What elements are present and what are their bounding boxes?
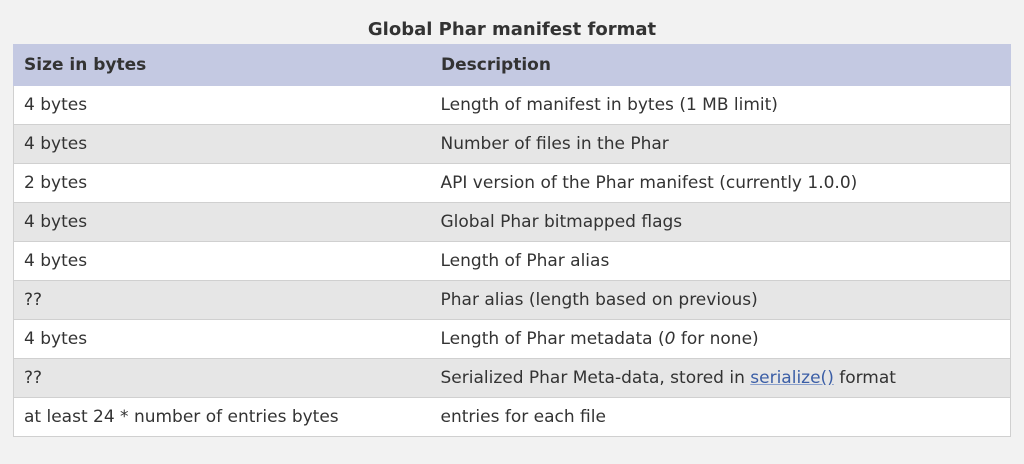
table-row: ?? Serialized Phar Meta-data, stored in … bbox=[13, 358, 1011, 398]
size-cell: ?? bbox=[13, 280, 431, 320]
description-text: Serialized Phar Meta-data, stored in bbox=[440, 368, 751, 388]
size-cell: ?? bbox=[13, 358, 431, 398]
description-cell: Number of files in the Phar bbox=[430, 124, 1011, 164]
table-row: 4 bytes Length of Phar alias bbox=[13, 241, 1011, 281]
table-row: ?? Phar alias (length based on previous) bbox=[13, 280, 1011, 320]
table-header-row: Size in bytes Description bbox=[13, 44, 1011, 86]
table-caption: Global Phar manifest format bbox=[367, 19, 657, 40]
phar-manifest-table: Size in bytes Description 4 bytes Length… bbox=[13, 44, 1011, 437]
description-cell: Serialized Phar Meta-data, stored in ser… bbox=[430, 358, 1011, 398]
description-text: Length of Phar metadata ( bbox=[440, 329, 665, 349]
table-row: at least 24 * number of entries bytes en… bbox=[13, 397, 1011, 437]
table-row: 4 bytes Length of manifest in bytes (1 M… bbox=[13, 85, 1011, 125]
size-cell: 4 bytes bbox=[13, 241, 431, 281]
table-row: 4 bytes Length of Phar metadata (0 for n… bbox=[13, 319, 1011, 359]
description-cell: Length of Phar metadata (0 for none) bbox=[430, 319, 1011, 359]
column-header-size: Size in bytes bbox=[13, 44, 431, 86]
description-cell: Length of Phar alias bbox=[430, 241, 1011, 281]
description-text: format bbox=[833, 368, 896, 388]
column-header-description: Description bbox=[430, 44, 1011, 86]
description-cell: Global Phar bitmapped flags bbox=[430, 202, 1011, 242]
table-row: 4 bytes Number of files in the Phar bbox=[13, 124, 1011, 164]
serialize-function-link[interactable]: serialize() bbox=[750, 368, 834, 388]
description-cell: API version of the Phar manifest (curren… bbox=[430, 163, 1011, 203]
size-cell: 4 bytes bbox=[13, 85, 431, 125]
description-cell: Length of manifest in bytes (1 MB limit) bbox=[430, 85, 1011, 125]
size-cell: 2 bytes bbox=[13, 163, 431, 203]
size-cell: 4 bytes bbox=[13, 319, 431, 359]
table-row: 4 bytes Global Phar bitmapped flags bbox=[13, 202, 1011, 242]
description-text: for none) bbox=[675, 329, 759, 349]
table-row: 2 bytes API version of the Phar manifest… bbox=[13, 163, 1011, 203]
size-cell: 4 bytes bbox=[13, 202, 431, 242]
description-cell: entries for each file bbox=[430, 397, 1011, 437]
description-cell: Phar alias (length based on previous) bbox=[430, 280, 1011, 320]
size-cell: at least 24 * number of entries bytes bbox=[13, 397, 431, 437]
size-cell: 4 bytes bbox=[13, 124, 431, 164]
description-emphasis: 0 bbox=[664, 329, 676, 349]
